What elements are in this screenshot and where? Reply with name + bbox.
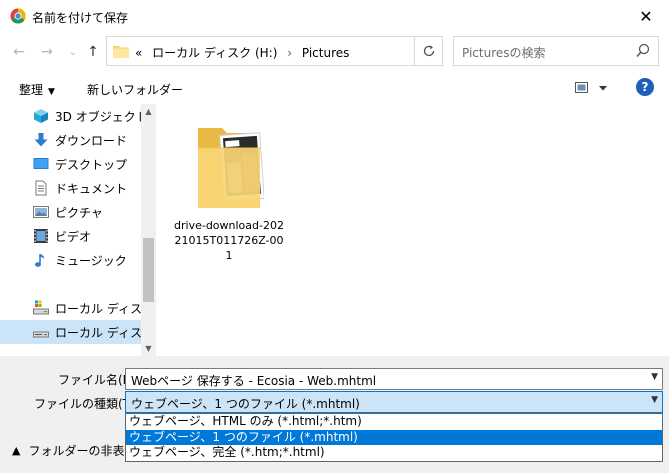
nav-scrollbar[interactable]: ▲ ▼ bbox=[141, 104, 156, 356]
nav-item-local-disk-c[interactable]: ローカル ディスク (C bbox=[0, 296, 141, 320]
music-icon bbox=[35, 254, 45, 267]
documents-icon bbox=[35, 180, 47, 196]
nav-item-label: デスクトップ bbox=[55, 157, 128, 172]
nav-item-downloads[interactable]: ダウンロード bbox=[0, 128, 141, 152]
breadcrumb: « ローカル ディスク (H:) › Pictures bbox=[135, 44, 355, 61]
help-icon: ? bbox=[641, 80, 649, 94]
scroll-up-icon[interactable]: ▲ bbox=[141, 104, 156, 119]
breadcrumb-separator[interactable]: › bbox=[287, 46, 292, 60]
nav-item-label: ドキュメント bbox=[55, 181, 128, 196]
chevron-down-icon: ⌄ bbox=[68, 46, 78, 58]
address-row: ← → ⌄ ↑ « ローカル ディスク (H:) › Pictures Pict… bbox=[0, 32, 669, 72]
recent-locations-button[interactable]: ⌄ bbox=[62, 42, 84, 62]
up-arrow-icon: ↑ bbox=[87, 44, 99, 60]
scroll-thumb[interactable] bbox=[143, 238, 154, 302]
hide-folders-label: フォルダーの非表示 bbox=[28, 444, 137, 458]
filetype-value: ウェブページ、1 つのファイル (*.mhtml) bbox=[131, 397, 360, 411]
organize-label: 整理 bbox=[19, 83, 44, 97]
address-bar[interactable]: « ローカル ディスク (H:) › Pictures bbox=[106, 36, 443, 66]
search-placeholder: Picturesの検索 bbox=[462, 46, 546, 60]
nav-item-label: ローカル ディスク (C bbox=[55, 301, 141, 316]
hide-folders-button[interactable]: ▲ フォルダーの非表示 bbox=[12, 442, 136, 459]
nav-item-local-disk-h[interactable]: ローカル ディスク (H bbox=[0, 320, 141, 344]
filetype-select[interactable]: ウェブページ、1 つのファイル (*.mhtml) ▼ bbox=[125, 391, 663, 413]
new-folder-button[interactable]: 新しいフォルダー bbox=[87, 81, 183, 98]
back-arrow-icon: ← bbox=[13, 44, 25, 60]
drive-icon bbox=[33, 331, 49, 338]
breadcrumb-pictures[interactable]: Pictures bbox=[302, 46, 350, 60]
desktop-icon bbox=[33, 158, 49, 169]
view-options-button[interactable] bbox=[575, 80, 609, 96]
nav-item-label: ビデオ bbox=[55, 229, 92, 244]
search-icon bbox=[636, 43, 650, 58]
filetype-option-selected[interactable]: ウェブページ、1 つのファイル (*.mhtml) bbox=[126, 429, 662, 445]
chevron-down-icon[interactable]: ▼ bbox=[651, 395, 658, 405]
nav-item-desktop[interactable]: デスクトップ bbox=[0, 152, 141, 176]
nav-item-documents[interactable]: ドキュメント bbox=[0, 176, 141, 200]
up-button[interactable]: ↑ bbox=[82, 42, 104, 62]
filetype-option[interactable]: ウェブページ、完全 (*.htm;*.html) bbox=[126, 445, 662, 461]
nav-item-label: ミュージック bbox=[55, 253, 127, 268]
back-button[interactable]: ← bbox=[8, 42, 30, 62]
nav-item-3d-objects[interactable]: 3D オブジェクト bbox=[0, 104, 141, 128]
nav-item-pictures[interactable]: ピクチャ bbox=[0, 200, 141, 224]
command-bar: 整理 ▼ 新しいフォルダー ? bbox=[0, 72, 669, 104]
scroll-down-icon[interactable]: ▼ bbox=[141, 341, 156, 356]
nav-item-videos[interactable]: ビデオ bbox=[0, 224, 141, 248]
pictures-icon bbox=[33, 206, 49, 218]
nav-item-music[interactable]: ミュージック bbox=[0, 248, 141, 272]
organize-button[interactable]: 整理 ▼ bbox=[19, 81, 55, 98]
save-options-panel: ファイル名(N): Webページ 保存する - Ecosia - Web.mht… bbox=[0, 356, 669, 473]
window-title: 名前を付けて保存 bbox=[32, 11, 129, 25]
close-icon: ✕ bbox=[639, 6, 653, 26]
filetype-label: ファイルの種類(T): bbox=[34, 397, 139, 411]
refresh-button[interactable] bbox=[414, 37, 442, 65]
videos-icon bbox=[34, 229, 48, 243]
forward-arrow-icon: → bbox=[41, 44, 53, 60]
caret-down-icon: ▼ bbox=[48, 87, 55, 97]
close-button[interactable]: ✕ bbox=[623, 0, 669, 32]
nav-item-label: ダウンロード bbox=[55, 133, 128, 148]
chevron-down-icon[interactable]: ▼ bbox=[651, 372, 658, 382]
forward-button[interactable]: → bbox=[36, 42, 58, 62]
breadcrumb-drive[interactable]: ローカル ディスク (H:) bbox=[152, 46, 277, 60]
file-list[interactable]: drive-download-20221015T011726Z-001 bbox=[156, 104, 669, 356]
filename-value: Webページ 保存する - Ecosia - Web.mhtml bbox=[131, 374, 377, 388]
search-box[interactable]: Picturesの検索 bbox=[453, 36, 659, 66]
view-icon bbox=[575, 82, 607, 93]
title-bar: 名前を付けて保存 ✕ bbox=[0, 0, 669, 32]
download-icon bbox=[34, 133, 48, 147]
filetype-option[interactable]: ウェブページ、HTML のみ (*.html;*.htm) bbox=[126, 414, 662, 430]
filetype-dropdown-list: ウェブページ、HTML のみ (*.html;*.htm) ウェブページ、1 つ… bbox=[125, 413, 663, 462]
folder-name: drive-download-20221015T011726Z-001 bbox=[174, 219, 284, 262]
chrome-icon bbox=[10, 8, 26, 24]
breadcrumb-overflow[interactable]: « bbox=[135, 46, 142, 60]
folder-icon bbox=[113, 46, 129, 58]
chevron-up-icon: ▲ bbox=[12, 444, 21, 457]
help-button[interactable]: ? bbox=[636, 78, 654, 96]
filename-field[interactable]: Webページ 保存する - Ecosia - Web.mhtml ▼ bbox=[125, 368, 663, 390]
new-folder-label: 新しいフォルダー bbox=[87, 83, 184, 97]
folder-icon bbox=[198, 128, 264, 208]
nav-item-label: ピクチャ bbox=[55, 205, 103, 220]
refresh-icon bbox=[423, 45, 434, 57]
drive-icon bbox=[33, 300, 49, 315]
3d-objects-icon bbox=[34, 109, 48, 123]
folder-item[interactable]: drive-download-20221015T011726Z-001 bbox=[174, 114, 284, 264]
nav-item-label: ローカル ディスク (H bbox=[55, 325, 141, 340]
nav-item-label: 3D オブジェクト bbox=[55, 109, 141, 124]
navigation-pane: 3D オブジェクト ダウンロード デスクトップ ドキュメント ピクチャ ビデオ … bbox=[0, 104, 156, 356]
